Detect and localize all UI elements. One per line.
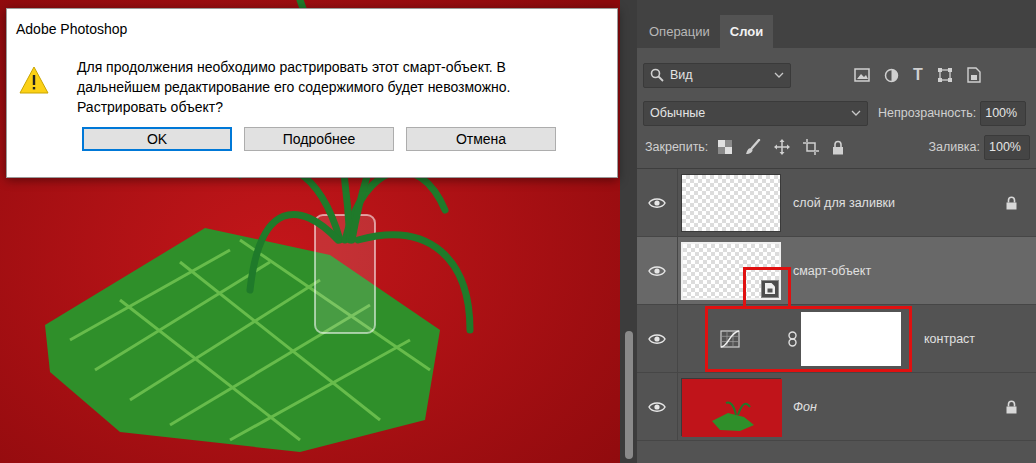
panel-tab[interactable]: Операции bbox=[639, 15, 720, 48]
lock-transparency-icon[interactable] bbox=[718, 140, 732, 154]
blend-mode-value: Обычные bbox=[650, 106, 851, 120]
photoshop-window: Adobe Photoshop Для продолжения необходи… bbox=[0, 0, 1036, 463]
lock-all-icon[interactable] bbox=[832, 140, 844, 155]
blend-row: Обычные Непрозрачность: 100% bbox=[637, 96, 1036, 130]
layer-name: смарт-объект bbox=[793, 264, 871, 278]
type-filter-icon[interactable]: T bbox=[913, 67, 923, 83]
warning-icon bbox=[19, 66, 49, 94]
layer-row[interactable]: смарт-объект bbox=[637, 237, 1036, 305]
panel-tabs: ОперацииСлои bbox=[637, 0, 1036, 48]
visibility-toggle[interactable] bbox=[637, 237, 678, 304]
layer-thumbnail[interactable] bbox=[681, 174, 781, 232]
chain-link-icon[interactable] bbox=[788, 331, 797, 347]
layer-mask-thumbnail[interactable] bbox=[801, 312, 901, 366]
dialog-buttons: OK Подробнее Отмена bbox=[7, 117, 617, 165]
dialog-button[interactable]: Подробнее bbox=[244, 127, 394, 151]
dialog-body: Для продолжения необходимо растрировать … bbox=[7, 37, 617, 117]
canvas-area: Adobe Photoshop Для продолжения необходи… bbox=[0, 0, 637, 463]
lock-label: Закрепить: bbox=[645, 140, 708, 154]
scroll-thumb[interactable] bbox=[625, 331, 633, 459]
visibility-toggle[interactable] bbox=[637, 169, 678, 236]
blend-mode-dropdown[interactable]: Обычные bbox=[643, 101, 868, 126]
lock-artboard-icon[interactable] bbox=[803, 139, 819, 155]
layer-name: слой для заливки bbox=[793, 196, 895, 210]
opacity-label: Непрозрачность: bbox=[878, 106, 976, 120]
layer-list: слой для заливки смарт-объект контраст Ф… bbox=[637, 169, 1036, 441]
vertical-scrollbar[interactable] bbox=[620, 0, 637, 463]
panel-tab[interactable]: Слои bbox=[720, 15, 773, 48]
dialog-button[interactable]: OK bbox=[82, 127, 232, 151]
layer-name: контраст bbox=[924, 332, 975, 346]
eye-icon bbox=[648, 333, 666, 345]
smart-object-filter-icon[interactable] bbox=[967, 67, 981, 83]
opacity-field[interactable]: 100% bbox=[980, 101, 1026, 126]
adjustment-filter-icon[interactable] bbox=[884, 68, 899, 83]
layer-name: Фон bbox=[793, 400, 817, 414]
message-line: дальнейшем редактирование его содержимог… bbox=[77, 77, 511, 97]
filter-icons: T bbox=[854, 67, 981, 83]
layer-row[interactable]: Фон bbox=[637, 373, 1036, 441]
filter-dropdown[interactable]: Вид bbox=[643, 63, 791, 88]
visibility-toggle[interactable] bbox=[637, 305, 678, 372]
dialog-title: Adobe Photoshop bbox=[7, 9, 617, 37]
chevron-down-icon bbox=[774, 72, 784, 78]
rasterize-dialog: Adobe Photoshop Для продолжения необходи… bbox=[6, 8, 618, 178]
layers-panel: ОперацииСлои Вид T Обычные Непрозрачност… bbox=[637, 0, 1036, 463]
lock-icons bbox=[718, 139, 844, 155]
lock-icon bbox=[1006, 196, 1017, 210]
lock-pixels-brush-icon[interactable] bbox=[745, 139, 761, 155]
filter-value: Вид bbox=[670, 68, 768, 82]
eye-icon bbox=[648, 265, 666, 277]
layer-thumbnail[interactable] bbox=[681, 378, 781, 436]
adjustment-group bbox=[705, 306, 912, 372]
thumbnail-image bbox=[682, 379, 782, 437]
layer-row[interactable]: слой для заливки bbox=[637, 169, 1036, 237]
lock-position-move-icon[interactable] bbox=[774, 139, 790, 155]
curves-icon bbox=[720, 330, 740, 348]
fill-label: Заливка: bbox=[928, 140, 980, 154]
visibility-toggle[interactable] bbox=[637, 373, 678, 440]
chevron-down-icon bbox=[851, 110, 861, 116]
filter-row: Вид T bbox=[637, 48, 1036, 96]
smart-object-icon bbox=[764, 282, 776, 295]
lock-icon bbox=[1006, 400, 1017, 414]
dialog-button[interactable]: Отмена bbox=[406, 127, 556, 151]
highlight-box bbox=[743, 267, 791, 309]
fill-field[interactable]: 100% bbox=[984, 135, 1030, 160]
search-icon bbox=[650, 68, 664, 82]
message-line: Для продолжения необходимо растрировать … bbox=[77, 57, 511, 77]
image-filter-icon[interactable] bbox=[854, 68, 870, 82]
shape-filter-icon[interactable] bbox=[937, 67, 953, 83]
layer-thumbnail[interactable] bbox=[681, 242, 781, 300]
layer-row[interactable]: контраст bbox=[637, 305, 1036, 373]
lock-row: Закрепить: Заливка: 100% bbox=[637, 130, 1036, 169]
dialog-message: Для продолжения необходимо растрировать … bbox=[77, 57, 511, 117]
smart-object-badge bbox=[761, 280, 779, 298]
message-line: Растрировать объект? bbox=[77, 97, 511, 117]
eye-icon bbox=[648, 197, 666, 209]
eye-icon bbox=[648, 401, 666, 413]
